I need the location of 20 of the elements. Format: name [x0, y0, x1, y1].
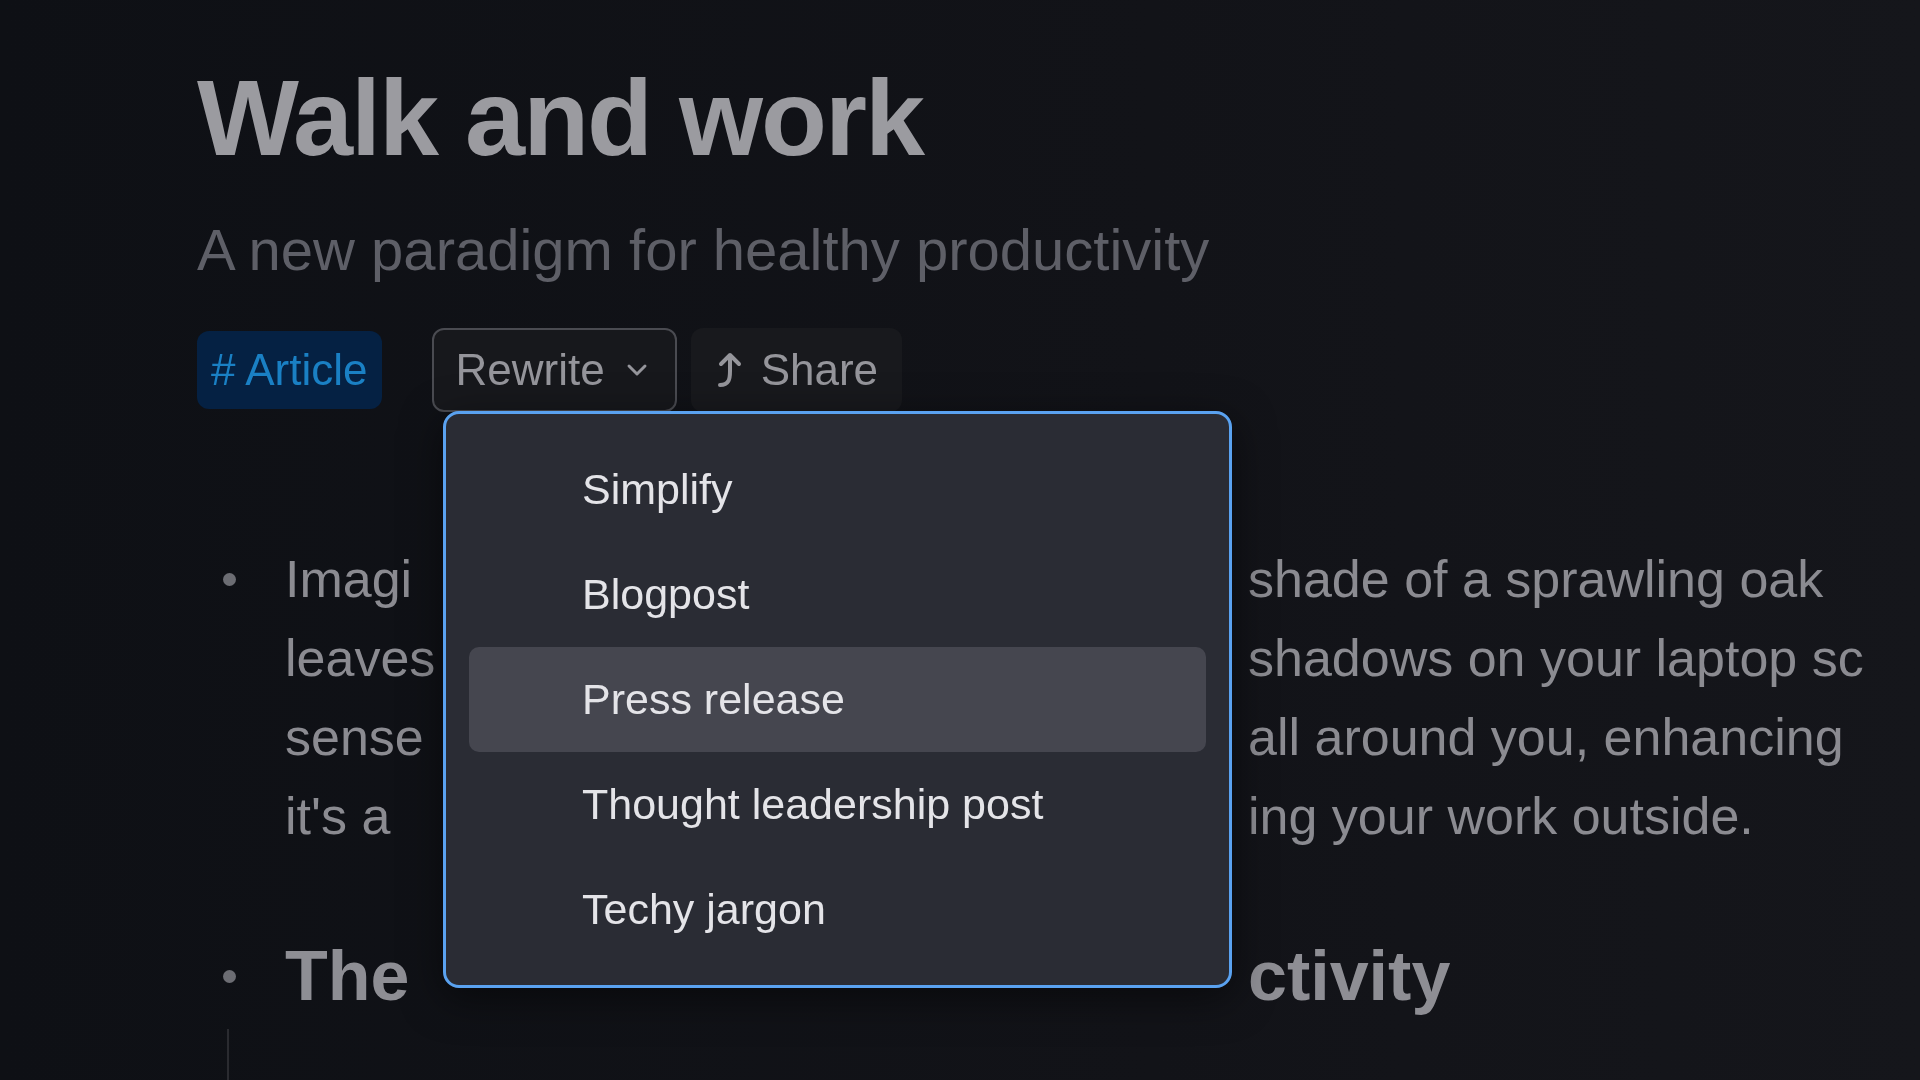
paragraph-text: all around you, enhancing: [1248, 707, 1845, 768]
menu-item[interactable]: Techy jargon: [469, 857, 1206, 962]
paragraph-text: Imagi: [285, 549, 414, 610]
paragraph-text: leaves: [285, 628, 437, 689]
paragraph-text: shade of a sprawling oak: [1248, 549, 1825, 610]
page-title: Walk and work: [197, 58, 926, 178]
paragraph-text: it's a: [285, 786, 392, 847]
rewrite-dropdown-button[interactable]: Rewrite: [431, 328, 677, 412]
tag-chip[interactable]: # Article: [197, 331, 382, 409]
paragraph-text: sense: [285, 707, 425, 768]
paragraph-text: ing your work outside.: [1248, 786, 1755, 847]
menu-item[interactable]: Simplify: [469, 437, 1206, 542]
heading-text: The: [285, 936, 411, 1017]
heading-text: ctivity: [1248, 936, 1451, 1017]
paragraph-text: shadows on your laptop sc: [1248, 628, 1864, 689]
share-button[interactable]: Share: [690, 328, 903, 412]
page-subtitle: A new paradigm for healthy productivity: [197, 218, 1211, 282]
menu-item[interactable]: Press release: [469, 647, 1206, 752]
menu-item[interactable]: Thought leadership post: [469, 752, 1206, 857]
menu-item[interactable]: Blogpost: [469, 542, 1206, 647]
